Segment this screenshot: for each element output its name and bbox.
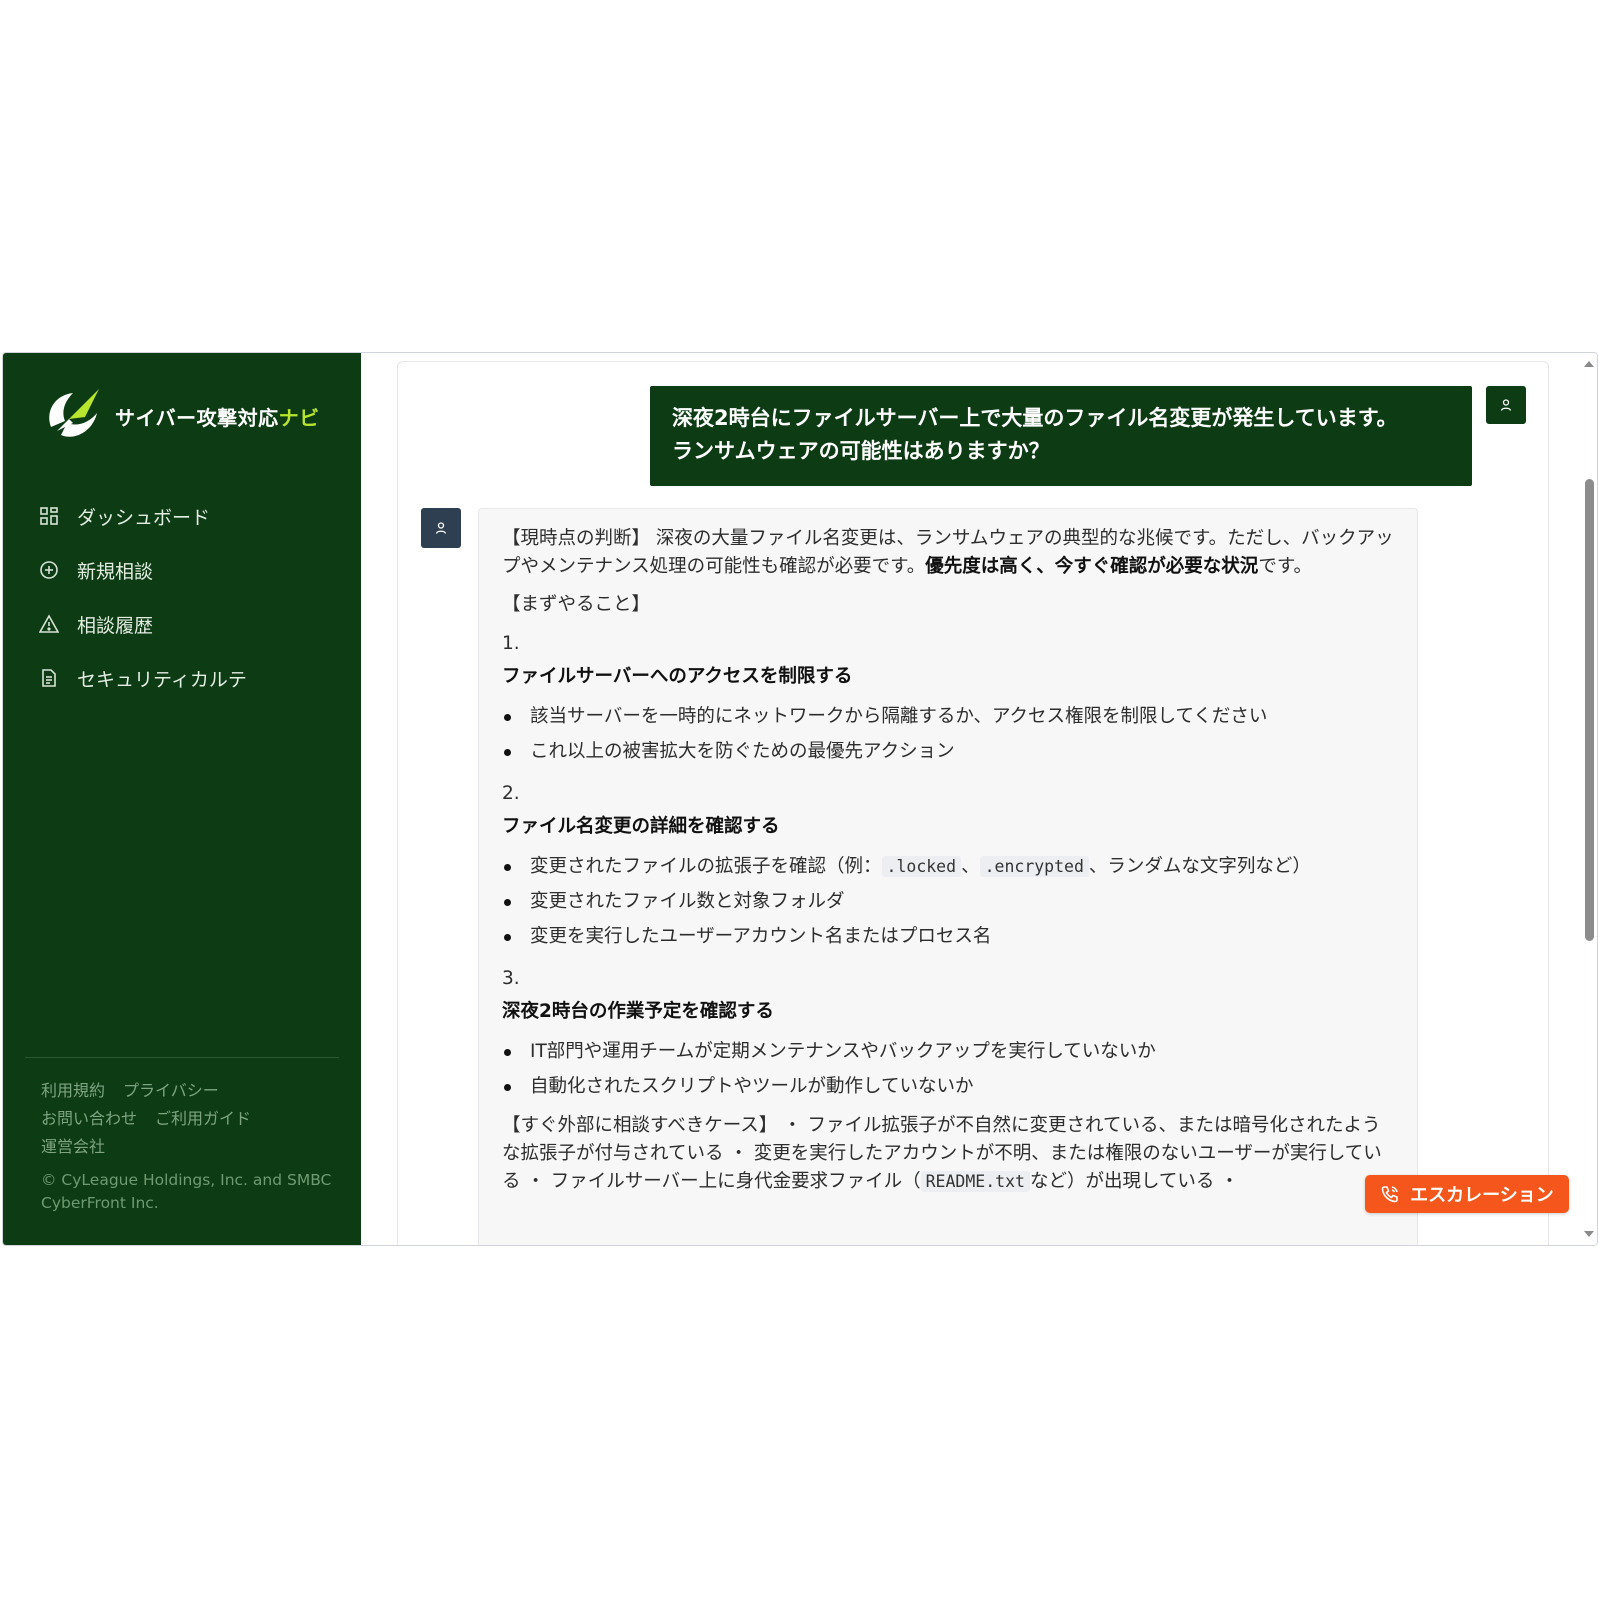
sidebar-item-dashboard[interactable]: ダッシュボード bbox=[39, 489, 339, 543]
list-item: IT部門や運用チームが定期メンテナンスやバックアップを実行していないか bbox=[502, 1034, 1395, 1069]
escalation-button[interactable]: エスカレーション bbox=[1365, 1175, 1569, 1213]
todo-heading: 【まずやること】 bbox=[502, 594, 651, 615]
app-window: サイバー攻撃対応ナビ ダッシュボード 新規相談 相談履歴 セキュリティカルテ 利… bbox=[2, 352, 1598, 1246]
user-avatar bbox=[1486, 386, 1526, 424]
list-item: これ以上の被害拡大を防ぐための最優先アクション bbox=[502, 734, 1395, 769]
judgement-suffix: です。 bbox=[1258, 556, 1312, 577]
code-extension: .encrypted bbox=[979, 856, 1089, 877]
step-bullets: IT部門や運用チームが定期メンテナンスやバックアップを実行していないか 自動化さ… bbox=[502, 1034, 1395, 1104]
step-title: ファイルサーバーへのアクセスを制限する bbox=[502, 666, 853, 687]
brand-logo-icon bbox=[49, 389, 99, 437]
list-item: 変更されたファイル数と対象フォルダ bbox=[502, 884, 1395, 919]
grid-icon bbox=[39, 506, 59, 526]
chat-panel: 深夜2時台にファイルサーバー上で大量のファイル名変更が発生しています。 ランサム… bbox=[397, 361, 1549, 1245]
step-number: 2. bbox=[502, 783, 520, 804]
step-title: 深夜2時台の作業予定を確認する bbox=[502, 1001, 774, 1022]
step-bullets: 変更されたファイルの拡張子を確認（例： .locked、 .encrypted 、ラン… bbox=[502, 849, 1395, 954]
step-number: 3. bbox=[502, 968, 520, 989]
external-consult-paragraph: 【すぐ外部に相談すべきケース】 ・ ファイル拡張子が不自然に変更されている、また… bbox=[502, 1112, 1395, 1196]
brand-name-accent: ナビ bbox=[278, 405, 320, 430]
code-filename: README.txt bbox=[920, 1171, 1030, 1192]
brand-name: サイバー攻撃対応ナビ bbox=[115, 402, 320, 431]
step-bullets: 該当サーバーを一時的にネットワークから隔離するか、アクセス権限を制限してください… bbox=[502, 699, 1395, 769]
list-item-text: 、ランダムな文字列など） bbox=[1088, 856, 1311, 877]
sidebar-item-history[interactable]: 相談履歴 bbox=[39, 597, 339, 651]
user-icon bbox=[1500, 399, 1512, 411]
warning-triangle-icon bbox=[39, 614, 59, 634]
privacy-link[interactable]: プライバシー bbox=[123, 1077, 219, 1105]
user-message-line: ランサムウェアの可能性はありますか？ bbox=[672, 439, 1050, 463]
user-icon bbox=[435, 522, 447, 534]
terms-link[interactable]: 利用規約 bbox=[41, 1077, 105, 1105]
sidebar-item-new-consultation[interactable]: 新規相談 bbox=[39, 543, 339, 597]
sidebar-divider bbox=[25, 1057, 339, 1058]
scroll-down-arrow-icon[interactable] bbox=[1584, 1231, 1594, 1237]
brand-name-main: サイバー攻撃対応 bbox=[115, 405, 279, 430]
list-item: 自動化されたスクリプトやツールが動作していないか bbox=[502, 1069, 1395, 1104]
contact-link[interactable]: お問い合わせ bbox=[41, 1105, 137, 1133]
sidebar-item-security-chart[interactable]: セキュリティカルテ bbox=[39, 651, 339, 705]
list-item: 変更を実行したユーザーアカウント名またはプロセス名 bbox=[502, 919, 1395, 954]
sidebar: サイバー攻撃対応ナビ ダッシュボード 新規相談 相談履歴 セキュリティカルテ 利… bbox=[3, 353, 361, 1245]
scrollbar[interactable] bbox=[1581, 353, 1597, 1245]
company-link[interactable]: 運営会社 bbox=[41, 1133, 105, 1161]
step-title: ファイル名変更の詳細を確認する bbox=[502, 816, 780, 837]
brand[interactable]: サイバー攻撃対応ナビ bbox=[39, 383, 320, 449]
chat-main: 深夜2時台にファイルサーバー上で大量のファイル名変更が発生しています。 ランサム… bbox=[361, 353, 1597, 1245]
sidebar-item-label: 新規相談 bbox=[77, 560, 154, 583]
assistant-avatar bbox=[421, 508, 461, 548]
escalation-label: エスカレーション bbox=[1410, 1185, 1554, 1206]
step-number: 1. bbox=[502, 633, 520, 654]
sidebar-nav: ダッシュボード 新規相談 相談履歴 セキュリティカルテ bbox=[39, 489, 339, 705]
list-item: 該当サーバーを一時的にネットワークから隔離するか、アクセス権限を制限してください bbox=[502, 699, 1395, 734]
judgement-emphasis: 優先度は高く、今すぐ確認が必要な状況 bbox=[925, 556, 1259, 577]
list-item-text: 変更されたファイルの拡張子を確認（例： bbox=[530, 856, 882, 877]
plus-circle-icon bbox=[39, 560, 59, 580]
sidebar-item-label: ダッシュボード bbox=[77, 506, 211, 529]
guide-link[interactable]: ご利用ガイド bbox=[155, 1105, 251, 1133]
user-message: 深夜2時台にファイルサーバー上で大量のファイル名変更が発生しています。 ランサム… bbox=[650, 386, 1472, 486]
user-message-line: 深夜2時台にファイルサーバー上で大量のファイル名変更が発生しています。 bbox=[672, 406, 1398, 430]
judgement-paragraph: 【現時点の判断】 深夜の大量ファイル名変更は、ランサムウェアの典型的な兆候です。… bbox=[502, 525, 1395, 581]
scroll-up-arrow-icon[interactable] bbox=[1584, 361, 1594, 367]
external-text-suffix: など）が出現している ・ bbox=[1029, 1171, 1239, 1192]
list-item-separator: 、 bbox=[961, 856, 980, 877]
copyright: © CyLeague Holdings, Inc. and SMBC Cyber… bbox=[41, 1171, 332, 1212]
phone-icon bbox=[1381, 1186, 1398, 1203]
list-item: 変更されたファイルの拡張子を確認（例： .locked、 .encrypted 、ラン… bbox=[502, 849, 1395, 884]
scrollbar-thumb[interactable] bbox=[1585, 479, 1594, 941]
assistant-message: 【現時点の判断】 深夜の大量ファイル名変更は、ランサムウェアの典型的な兆候です。… bbox=[478, 508, 1418, 1245]
sidebar-item-label: 相談履歴 bbox=[77, 614, 154, 637]
sidebar-item-label: セキュリティカルテ bbox=[77, 668, 247, 691]
document-icon bbox=[39, 668, 59, 688]
code-extension: .locked bbox=[881, 856, 962, 877]
sidebar-footer: 利用規約 プライバシー お問い合わせ ご利用ガイド 運営会社 © CyLeagu… bbox=[41, 1077, 341, 1215]
